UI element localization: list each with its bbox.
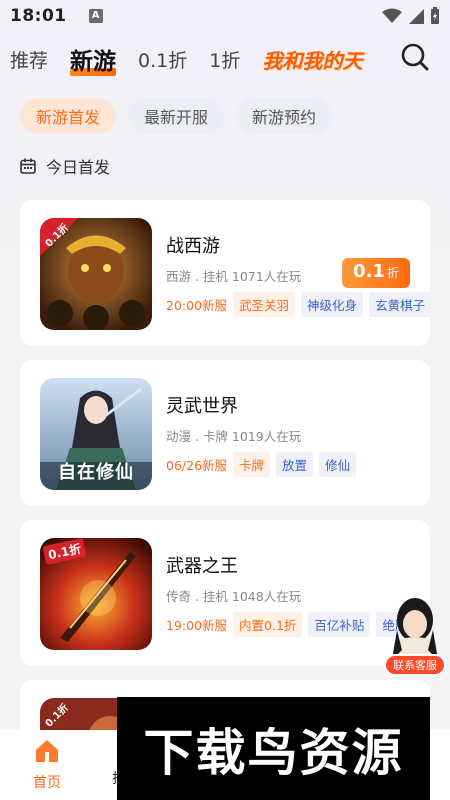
discount-unit: 折 — [386, 266, 399, 280]
game-thumbnail[interactable]: 自在修仙 — [40, 378, 152, 490]
calendar-icon — [20, 158, 36, 174]
thumbnail-caption: 自在修仙 — [58, 462, 134, 483]
customer-service-button[interactable]: 联系客服 — [380, 590, 450, 680]
game-card[interactable]: 0.1折 武器之王 传奇 . 挂机 1048人在玩 19:00新服 内置0.1折… — [20, 520, 430, 666]
wifi-icon — [382, 8, 402, 23]
game-thumbnail[interactable]: 0.1折 — [40, 538, 152, 650]
server-time: 19:00新服 — [166, 618, 228, 633]
subtab-new-release[interactable]: 新游首发 — [20, 98, 117, 134]
game-tags: 20:00新服 武圣关羽 神级化身 玄黄棋子 — [166, 292, 432, 317]
server-time: 06/26新服 — [166, 458, 228, 473]
game-tags: 19:00新服 内置0.1折 百亿补贴 绝版 — [166, 612, 414, 637]
status-bar: 18:01 A — [0, 0, 450, 32]
game-name: 战西游 — [166, 236, 220, 257]
promo-banner-text[interactable]: 我和我的天 — [262, 45, 392, 74]
nav-home-label: 首页 — [33, 775, 61, 791]
tab-new-games[interactable]: 新游 — [70, 42, 117, 76]
game-card[interactable]: 0.1折 战西游 西游 . 挂机 1071人在玩 20:00新服 武圣关羽 神级… — [20, 200, 432, 346]
watermark-overlay: 下载鸟资源 — [117, 697, 430, 800]
search-icon — [401, 43, 429, 71]
nav-home[interactable]: 首页 — [30, 738, 64, 792]
search-button[interactable] — [400, 42, 430, 72]
game-tag: 放置 — [276, 452, 314, 477]
subtab-preorder[interactable]: 新游预约 — [236, 98, 333, 134]
tab-recommend[interactable]: 推荐 — [10, 46, 48, 73]
top-nav: 推荐 新游 0.1折 1折 我和我的天 — [0, 38, 450, 80]
status-time: 18:01 — [10, 6, 67, 26]
tab-0.1-discount[interactable]: 0.1折 — [138, 46, 187, 73]
game-name: 武器之王 — [166, 556, 238, 577]
discount-badge[interactable]: 0.1 折 — [342, 258, 410, 288]
subtab-latest-servers[interactable]: 最新开服 — [128, 98, 225, 134]
server-time: 20:00新服 — [166, 298, 228, 313]
game-meta: 西游 . 挂机 1071人在玩 — [166, 269, 302, 284]
status-icons — [382, 7, 440, 25]
game-meta: 动漫 . 卡牌 1019人在玩 — [166, 429, 302, 444]
tab-1-discount[interactable]: 1折 — [209, 46, 240, 73]
game-tag: 卡牌 — [233, 452, 271, 477]
sub-tabs: 新游首发 最新开服 新游预约 — [20, 98, 333, 134]
game-card[interactable]: 自在修仙 灵武世界 动漫 . 卡牌 1019人在玩 06/26新服 卡牌 放置 … — [20, 360, 430, 506]
game-tag: 神级化身 — [301, 292, 364, 317]
game-tag: 玄黄棋子 — [369, 292, 432, 317]
customer-service-label: 联系客服 — [384, 654, 446, 676]
game-meta: 传奇 . 挂机 1048人在玩 — [166, 589, 302, 604]
home-icon — [36, 740, 58, 762]
game-tag: 武圣关羽 — [233, 292, 296, 317]
game-tag: 修仙 — [319, 452, 357, 477]
game-tag: 内置0.1折 — [233, 612, 303, 637]
battery-icon — [431, 7, 439, 24]
section-heading: 今日首发 — [20, 154, 110, 178]
signal-icon — [409, 9, 424, 24]
section-title: 今日首发 — [46, 158, 111, 177]
game-name: 灵武世界 — [166, 396, 238, 417]
discount-value: 0.1 — [353, 261, 385, 282]
game-tags: 06/26新服 卡牌 放置 修仙 — [166, 452, 357, 477]
game-thumbnail[interactable]: 0.1折 — [40, 218, 152, 330]
notification-icon: A — [88, 9, 103, 23]
game-tag: 百亿补贴 — [308, 612, 371, 637]
